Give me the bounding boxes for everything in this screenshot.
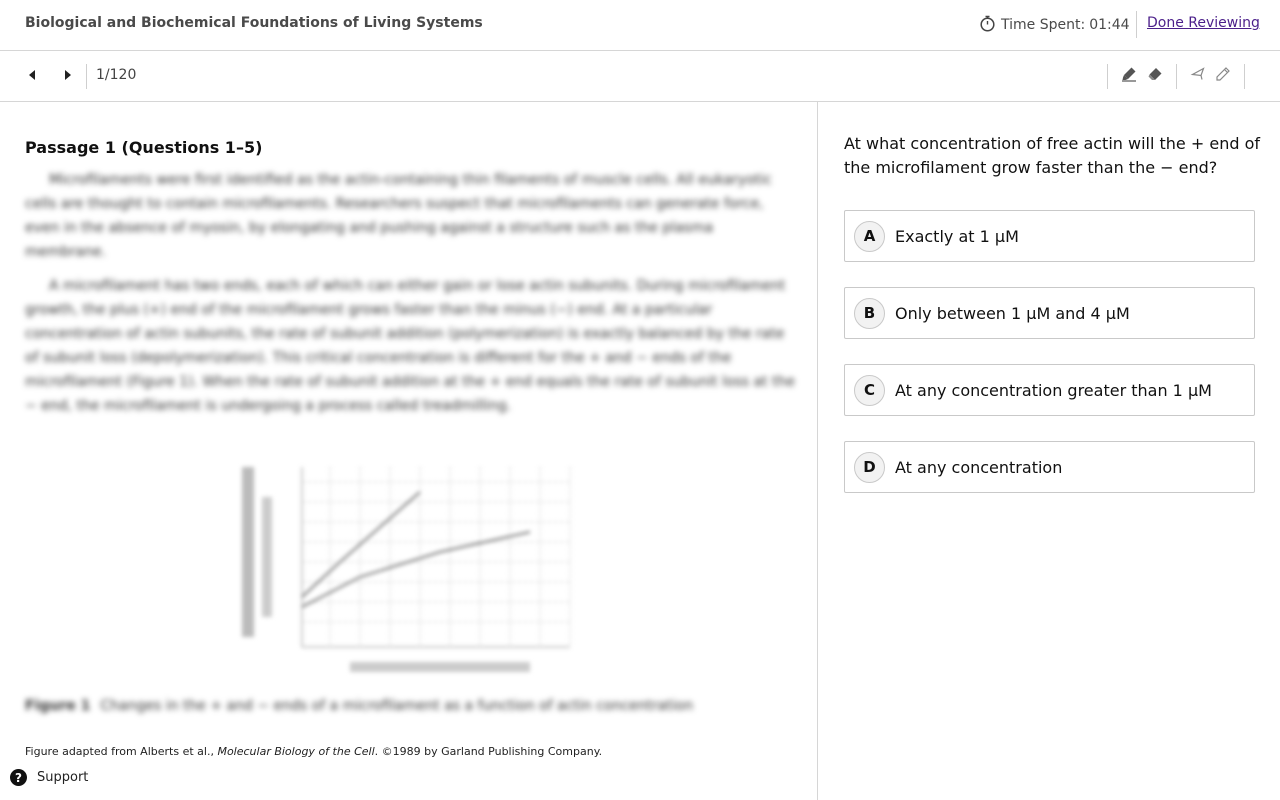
time-spent-value: 01:44: [1089, 17, 1130, 33]
choice-text: Exactly at 1 μM: [895, 226, 1019, 246]
time-spent: Time Spent: 01:44: [979, 15, 1130, 35]
figure-caption-text: Changes in the + and − ends of a microfi…: [100, 698, 694, 714]
header-divider: [1136, 11, 1137, 38]
credit-suffix: . ©1989 by Garland Publishing Company.: [374, 745, 603, 758]
eraser-icon: [1148, 68, 1162, 80]
section-title: Biological and Biochemical Foundations o…: [25, 15, 483, 31]
support-button[interactable]: ? Support: [10, 769, 88, 786]
toolbar-divider: [1244, 64, 1245, 89]
highlighter-button[interactable]: [1120, 65, 1138, 83]
next-question-button[interactable]: [61, 67, 75, 83]
credit-title: Molecular Biology of the Cell: [217, 745, 375, 758]
choice-letter: B: [854, 297, 885, 329]
figure-1-graph: [240, 457, 580, 687]
choice-letter: A: [854, 220, 885, 252]
strikethrough-icon: [1190, 67, 1205, 80]
toolbar-divider: [1176, 64, 1177, 89]
question-stem: At what concentration of free actin will…: [844, 134, 1260, 177]
passage-pane: Passage 1 (Questions 1–5) Microfilaments…: [0, 102, 818, 800]
question-counter: 1/120: [96, 67, 137, 83]
choice-letter: C: [854, 374, 885, 406]
figure-credit: Figure adapted from Alberts et al., Mole…: [25, 745, 602, 758]
passage-paragraph: A microfilament has two ends, each of wh…: [25, 278, 795, 414]
strikethrough-button[interactable]: [1189, 65, 1207, 83]
figure-label: Figure 1: [25, 698, 91, 714]
toolbar-divider: [86, 64, 87, 89]
passage-body: Microfilaments were first identified as …: [25, 168, 795, 428]
choice-letter: D: [854, 451, 885, 483]
prev-arrow-icon: [29, 70, 35, 80]
done-reviewing-link[interactable]: Done Reviewing: [1147, 15, 1260, 31]
passage-paragraph: Microfilaments were first identified as …: [25, 172, 772, 260]
top-header: Biological and Biochemical Foundations o…: [0, 0, 1280, 51]
stopwatch-icon: [979, 15, 1001, 36]
pencil-button[interactable]: [1214, 65, 1232, 83]
credit-prefix: Figure adapted from Alberts et al.,: [25, 745, 218, 758]
answer-choice-c[interactable]: C At any concentration greater than 1 μM: [844, 364, 1255, 416]
highlighter-icon: [1122, 67, 1136, 82]
answer-choice-a[interactable]: A Exactly at 1 μM: [844, 210, 1255, 262]
support-label: Support: [37, 770, 89, 785]
next-arrow-icon: [65, 70, 71, 80]
previous-question-button[interactable]: [25, 67, 39, 83]
answer-choice-b[interactable]: B Only between 1 μM and 4 μM: [844, 287, 1255, 339]
toolbar-divider: [1107, 64, 1108, 89]
choice-text: Only between 1 μM and 4 μM: [895, 303, 1130, 323]
choice-text: At any concentration: [895, 457, 1063, 477]
passage-title: Passage 1 (Questions 1–5): [25, 138, 263, 157]
question-pane: At what concentration of free actin will…: [819, 102, 1280, 800]
answer-choice-d[interactable]: D At any concentration: [844, 441, 1255, 493]
pencil-icon: [1216, 67, 1230, 81]
time-spent-label: Time Spent:: [1001, 17, 1086, 33]
eraser-button[interactable]: [1146, 65, 1164, 83]
toolbar: 1/120: [0, 51, 1280, 102]
choice-text: At any concentration greater than 1 μM: [895, 380, 1212, 400]
figure-caption: Figure 1 Changes in the + and − ends of a…: [25, 694, 725, 718]
help-circle-icon: ?: [10, 769, 27, 786]
